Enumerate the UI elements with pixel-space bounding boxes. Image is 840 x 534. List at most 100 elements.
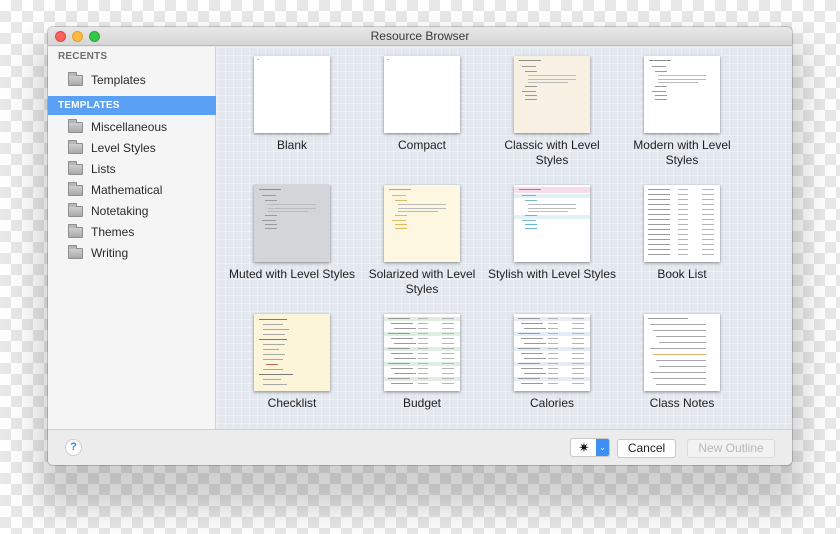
sidebar-item-miscellaneous[interactable]: Miscellaneous — [48, 117, 216, 137]
preview-line — [653, 378, 706, 379]
sidebar-item-recent-templates[interactable]: Templates — [48, 70, 216, 90]
template-thumbnail[interactable] — [254, 56, 330, 133]
folder-icon — [68, 203, 83, 217]
template-thumbnail[interactable] — [644, 56, 720, 133]
preview-line — [648, 204, 670, 205]
preview-line — [653, 330, 706, 331]
zoom-button[interactable] — [89, 31, 100, 42]
preview-line — [395, 228, 407, 229]
preview-line — [652, 91, 666, 92]
template-thumbnail[interactable] — [254, 185, 330, 262]
preview-line — [263, 329, 289, 330]
preview-line — [548, 358, 558, 359]
template-tile-stylish[interactable]: Stylish with Level Styles — [487, 176, 617, 301]
template-thumbnail[interactable] — [384, 56, 460, 133]
preview-line — [572, 338, 584, 339]
close-button[interactable] — [55, 31, 66, 42]
sidebar-item-lists[interactable]: Lists — [48, 159, 216, 179]
template-tile-budget[interactable]: Budget — [357, 305, 487, 430]
action-menu-button[interactable]: ✷ ⌄ — [570, 438, 610, 457]
sidebar-item-notetaking[interactable]: Notetaking — [48, 201, 216, 221]
sidebar-item-mathematical[interactable]: Mathematical — [48, 180, 216, 200]
template-tile-class-notes[interactable]: Class Notes — [617, 305, 747, 430]
new-outline-button[interactable]: New Outline — [687, 439, 775, 458]
template-tile-blank[interactable]: Blank — [227, 47, 357, 172]
template-tile-checklist[interactable]: Checklist — [227, 305, 357, 430]
preview-line — [394, 328, 416, 329]
preview-line — [392, 195, 406, 196]
preview-line — [522, 66, 536, 67]
preview-line — [572, 383, 584, 384]
template-tile-book-list[interactable]: Book List — [617, 176, 747, 301]
minimize-button[interactable] — [72, 31, 83, 42]
preview-line — [655, 99, 667, 100]
preview-line — [678, 254, 688, 255]
preview-line — [442, 323, 454, 324]
preview-line — [678, 189, 688, 190]
template-thumbnail[interactable] — [514, 185, 590, 262]
template-thumbnail[interactable] — [514, 56, 590, 133]
template-tile-modern[interactable]: Modern with Level Styles — [617, 47, 747, 172]
help-button[interactable]: ? — [65, 439, 82, 456]
preview-line — [395, 200, 407, 201]
preview-line — [572, 358, 584, 359]
template-thumbnail[interactable] — [384, 314, 460, 391]
preview-line — [262, 195, 276, 196]
preview-line — [678, 239, 688, 240]
preview-line — [525, 224, 537, 225]
preview-line — [650, 348, 706, 349]
template-thumbnail[interactable] — [644, 185, 720, 262]
template-thumbnail[interactable] — [384, 185, 460, 262]
preview-line — [655, 86, 667, 87]
preview-line — [525, 228, 537, 229]
preview-line — [521, 353, 543, 354]
preview-line — [442, 338, 454, 339]
template-tile-calories[interactable]: Calories — [487, 305, 617, 430]
cancel-button[interactable]: Cancel — [617, 439, 676, 458]
template-thumbnail[interactable] — [254, 314, 330, 391]
template-thumbnail[interactable] — [514, 314, 590, 391]
preview-line — [572, 343, 584, 344]
templates-header[interactable]: TEMPLATES — [48, 96, 216, 115]
preview-line — [398, 204, 446, 205]
preview-line — [678, 249, 688, 250]
sidebar-item-writing[interactable]: Writing — [48, 243, 216, 263]
preview-line — [648, 209, 670, 210]
preview-line — [395, 224, 407, 225]
preview-line — [442, 373, 454, 374]
preview-line — [268, 211, 308, 212]
preview-line — [702, 214, 714, 215]
preview-line — [572, 363, 584, 364]
preview-line — [702, 224, 714, 225]
title-bar[interactable]: Resource Browser — [48, 27, 792, 46]
preview-line — [266, 364, 278, 365]
template-label: Muted with Level Styles — [228, 267, 356, 281]
sidebar-item-themes[interactable]: Themes — [48, 222, 216, 242]
preview-line — [658, 82, 698, 83]
preview-line — [528, 208, 576, 209]
preview-line — [678, 224, 688, 225]
template-tile-classic[interactable]: Classic with Level Styles — [487, 47, 617, 172]
template-grid: Blank Compact Classic with Level Styles … — [217, 47, 792, 429]
preview-line — [678, 214, 688, 215]
preview-line — [398, 208, 446, 209]
preview-line — [394, 373, 416, 374]
preview-line — [678, 219, 688, 220]
preview-line — [648, 194, 670, 195]
preview-line — [648, 229, 670, 230]
preview-line — [418, 323, 428, 324]
template-tile-compact[interactable]: Compact — [357, 47, 487, 172]
preview-line — [655, 95, 667, 96]
preview-line — [528, 82, 568, 83]
preview-line — [442, 358, 454, 359]
preview-band — [514, 187, 590, 193]
template-tile-muted[interactable]: Muted with Level Styles — [227, 176, 357, 301]
preview-line — [388, 348, 410, 349]
sidebar-item-label: Miscellaneous — [91, 120, 168, 134]
resource-browser-window: Resource Browser RECENTS Templates TEMPL… — [48, 27, 792, 465]
template-thumbnail[interactable] — [644, 314, 720, 391]
preview-line — [572, 373, 584, 374]
sidebar-item-level-styles[interactable]: Level Styles — [48, 138, 216, 158]
template-tile-solarized[interactable]: Solarized with Level Styles — [357, 176, 487, 301]
template-label: Classic with Level Styles — [504, 138, 600, 167]
